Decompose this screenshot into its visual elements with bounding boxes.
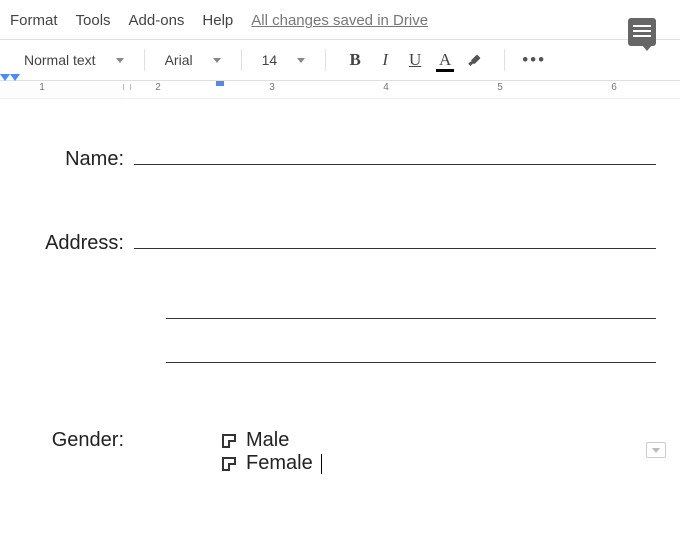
font-size-label: 14 <box>262 52 278 68</box>
menu-bar: Format Tools Add-ons Help All changes sa… <box>0 0 680 39</box>
gender-option-female: Female <box>246 452 313 475</box>
save-status[interactable]: All changes saved in Drive <box>251 12 428 29</box>
left-indent-marker[interactable] <box>0 74 10 92</box>
ruler-tick-2: 2 <box>155 82 161 93</box>
italic-button[interactable]: I <box>372 47 398 73</box>
document-page[interactable]: Name: Address: Gender: Male Female <box>0 99 680 485</box>
first-line-indent-marker[interactable] <box>216 81 224 86</box>
address-line-3 <box>166 319 656 363</box>
gender-option-male: Male <box>246 429 289 452</box>
highlighter-icon <box>466 51 484 69</box>
chevron-down-icon <box>297 58 305 63</box>
name-line <box>134 139 656 165</box>
paragraph-style-dropdown[interactable]: Normal text <box>20 50 128 70</box>
bold-button[interactable]: B <box>342 47 368 73</box>
more-button[interactable]: ••• <box>521 47 547 73</box>
menu-tools[interactable]: Tools <box>76 12 111 29</box>
right-indent-marker[interactable] <box>10 74 20 92</box>
font-size-dropdown[interactable]: 14 <box>258 50 310 70</box>
chevron-down-icon <box>213 58 221 63</box>
address-line-2 <box>166 275 656 319</box>
menu-addons[interactable]: Add-ons <box>129 12 185 29</box>
ruler-tick-4: 4 <box>383 82 389 93</box>
ruler-tick-5: 5 <box>497 82 503 93</box>
ruler-tick-6: 6 <box>611 82 617 93</box>
checkbox-icon[interactable] <box>222 434 236 448</box>
checkbox-icon[interactable] <box>222 457 236 471</box>
ruler-tick-1: 1 <box>39 82 45 93</box>
text-color-swatch <box>436 69 454 72</box>
comments-icon[interactable] <box>628 18 656 46</box>
name-label: Name: <box>30 148 130 171</box>
ruler[interactable]: 1 2 3 4 5 6 <box>0 81 680 99</box>
explore-button[interactable] <box>646 442 666 458</box>
chevron-down-icon <box>652 448 660 453</box>
menu-format[interactable]: Format <box>10 12 58 29</box>
address-label: Address: <box>30 232 130 255</box>
underline-button[interactable]: U <box>402 47 428 73</box>
address-line-1 <box>134 223 656 249</box>
menu-help[interactable]: Help <box>202 12 233 29</box>
gender-label: Gender: <box>30 429 130 452</box>
font-family-label: Arial <box>165 52 193 68</box>
paragraph-style-label: Normal text <box>24 52 96 68</box>
font-family-dropdown[interactable]: Arial <box>161 50 225 70</box>
chevron-down-icon <box>116 58 124 63</box>
toolbar: Normal text Arial 14 B I U A ••• <box>0 39 680 81</box>
highlight-button[interactable] <box>462 47 488 73</box>
text-cursor <box>321 454 322 474</box>
ruler-tick-3: 3 <box>269 82 275 93</box>
text-color-button[interactable]: A <box>432 47 458 73</box>
